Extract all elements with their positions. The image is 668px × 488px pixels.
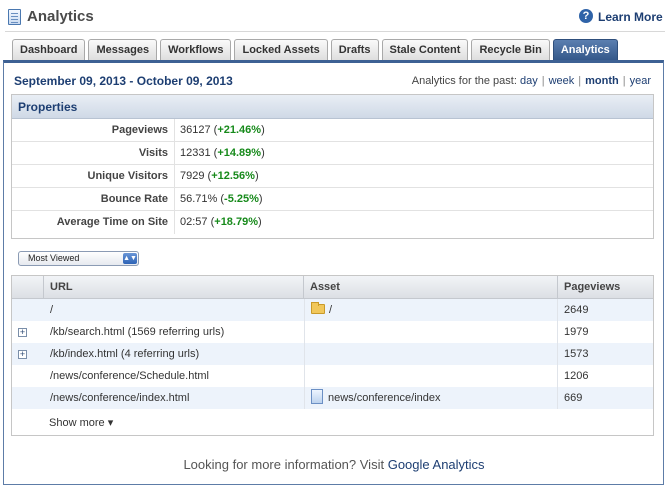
metric-delta: +18.79% bbox=[214, 216, 258, 228]
metric-value: 7929 bbox=[180, 170, 205, 182]
url-cell[interactable]: /kb/search.html (1569 referring urls) bbox=[44, 321, 304, 343]
property-value: 12331 (+14.89%) bbox=[180, 147, 265, 159]
tab-dashboard[interactable]: Dashboard bbox=[12, 39, 86, 60]
tab-bar: Dashboard Messages Workflows Locked Asse… bbox=[12, 39, 618, 60]
footer: Looking for more information? Visit Goog… bbox=[0, 457, 668, 472]
column-header-expand bbox=[12, 276, 44, 298]
divider bbox=[5, 31, 665, 32]
table-row: /news/conference/index.html news/confere… bbox=[12, 387, 653, 409]
property-label: Average Time on Site bbox=[12, 211, 175, 234]
tab-stale-content[interactable]: Stale Content bbox=[381, 39, 469, 60]
metric-value: 56.71% bbox=[180, 193, 218, 205]
period-year-link[interactable]: year bbox=[630, 75, 651, 87]
expand-cell: + bbox=[12, 343, 44, 365]
table-row: / / 2649 bbox=[12, 299, 653, 321]
show-more-label: Show more bbox=[49, 417, 105, 429]
properties-box: Properties Pageviews 36127 (+21.46%) Vis… bbox=[11, 94, 654, 239]
tab-analytics[interactable]: Analytics bbox=[552, 39, 618, 60]
property-label: Pageviews bbox=[12, 119, 175, 141]
help-icon[interactable]: ? bbox=[579, 9, 593, 23]
expand-cell bbox=[12, 387, 44, 409]
expand-cell bbox=[12, 365, 44, 387]
table-row: + /kb/index.html (4 referring urls) 1573 bbox=[12, 343, 653, 365]
property-row: Visits 12331 (+14.89%) bbox=[12, 142, 653, 165]
property-label: Visits bbox=[12, 142, 175, 164]
pageviews-cell: 1206 bbox=[564, 370, 589, 382]
metric-delta: +21.46% bbox=[217, 124, 262, 136]
url-cell[interactable]: /kb/index.html (4 referring urls) bbox=[44, 343, 304, 365]
document-icon bbox=[8, 9, 21, 25]
tab-messages[interactable]: Messages bbox=[88, 39, 158, 60]
expand-icon[interactable]: + bbox=[18, 350, 27, 359]
property-value: 7929 (+12.56%) bbox=[180, 170, 259, 182]
period-month-link[interactable]: month bbox=[585, 75, 619, 87]
metric-value: 02:57 bbox=[180, 216, 208, 228]
property-label: Bounce Rate bbox=[12, 188, 175, 210]
asset-cell[interactable]: / bbox=[304, 299, 558, 321]
column-header-asset[interactable]: Asset bbox=[304, 276, 558, 298]
expand-cell: + bbox=[12, 321, 44, 343]
header: Analytics ? Learn More bbox=[0, 0, 668, 36]
url-cell[interactable]: /news/conference/index.html bbox=[44, 387, 304, 409]
period-prefix: Analytics for the past: bbox=[411, 75, 517, 87]
property-row: Pageviews 36127 (+21.46%) bbox=[12, 119, 653, 142]
table-header: URL Asset Pageviews bbox=[12, 276, 653, 299]
metric-value: 36127 bbox=[180, 124, 211, 136]
property-row: Bounce Rate 56.71% (-5.25%) bbox=[12, 188, 653, 211]
table-row: /news/conference/Schedule.html 1206 bbox=[12, 365, 653, 387]
sort-select[interactable]: Most Viewed ▲▼ bbox=[18, 251, 139, 266]
pageviews-cell: 669 bbox=[564, 392, 583, 404]
pages-table: URL Asset Pageviews / / 2649 + /kb/searc… bbox=[11, 275, 654, 436]
expand-cell bbox=[12, 299, 44, 321]
separator: | bbox=[541, 75, 545, 87]
period-selector: Analytics for the past: day | week | month | y… bbox=[412, 75, 651, 87]
asset-cell bbox=[304, 365, 558, 387]
pageviews-cell: 1979 bbox=[564, 326, 589, 338]
tab-drafts[interactable]: Drafts bbox=[330, 39, 379, 60]
tab-locked-assets[interactable]: Locked Assets bbox=[234, 39, 328, 60]
period-week-link[interactable]: week bbox=[549, 75, 575, 87]
learn-more-link[interactable]: Learn More bbox=[598, 10, 663, 24]
pageviews-cell: 2649 bbox=[564, 304, 589, 316]
url-cell[interactable]: / bbox=[44, 299, 304, 321]
pageviews-cell: 1573 bbox=[564, 348, 589, 360]
property-value: 36127 (+21.46%) bbox=[180, 124, 265, 136]
property-row: Average Time on Site 02:57 (+18.79%) bbox=[12, 211, 653, 234]
tab-workflows[interactable]: Workflows bbox=[160, 39, 232, 60]
property-value: 56.71% (-5.25%) bbox=[180, 193, 263, 205]
period-day-link[interactable]: day bbox=[520, 75, 538, 87]
page-icon bbox=[311, 389, 323, 405]
footer-text: Looking for more information? Visit bbox=[183, 457, 385, 472]
asset-cell[interactable]: news/conference/index bbox=[304, 387, 558, 409]
metric-delta: +14.89% bbox=[217, 147, 262, 159]
table-row: + /kb/search.html (1569 referring urls) … bbox=[12, 321, 653, 343]
properties-title: Properties bbox=[12, 95, 653, 119]
page-title: Analytics bbox=[27, 8, 94, 25]
asset-path: news/conference/index bbox=[328, 392, 441, 404]
metric-delta: -5.25% bbox=[224, 193, 259, 205]
url-cell[interactable]: /news/conference/Schedule.html bbox=[44, 365, 304, 387]
asset-path: / bbox=[329, 304, 333, 316]
asset-cell bbox=[304, 321, 558, 343]
property-row: Unique Visitors 7929 (+12.56%) bbox=[12, 165, 653, 188]
metric-value: 12331 bbox=[180, 147, 211, 159]
expand-icon[interactable]: + bbox=[18, 328, 27, 337]
property-value: 02:57 (+18.79%) bbox=[180, 216, 262, 228]
caret-down-icon: ▾ bbox=[107, 417, 114, 429]
date-range: September 09, 2013 - October 09, 2013 bbox=[14, 74, 233, 88]
chevron-down-icon: ▲▼ bbox=[123, 253, 137, 264]
column-header-pageviews[interactable]: Pageviews bbox=[558, 276, 653, 298]
google-analytics-link[interactable]: Google Analytics bbox=[388, 457, 485, 472]
asset-cell bbox=[304, 343, 558, 365]
separator: | bbox=[578, 75, 582, 87]
select-value: Most Viewed bbox=[28, 253, 80, 263]
column-header-url[interactable]: URL bbox=[44, 276, 304, 298]
property-label: Unique Visitors bbox=[12, 165, 175, 187]
folder-icon bbox=[311, 302, 325, 315]
tab-recycle-bin[interactable]: Recycle Bin bbox=[471, 39, 550, 60]
metric-delta: +12.56% bbox=[211, 170, 255, 182]
show-more-link[interactable]: Show more ▾ bbox=[49, 416, 113, 429]
separator: | bbox=[622, 75, 626, 87]
